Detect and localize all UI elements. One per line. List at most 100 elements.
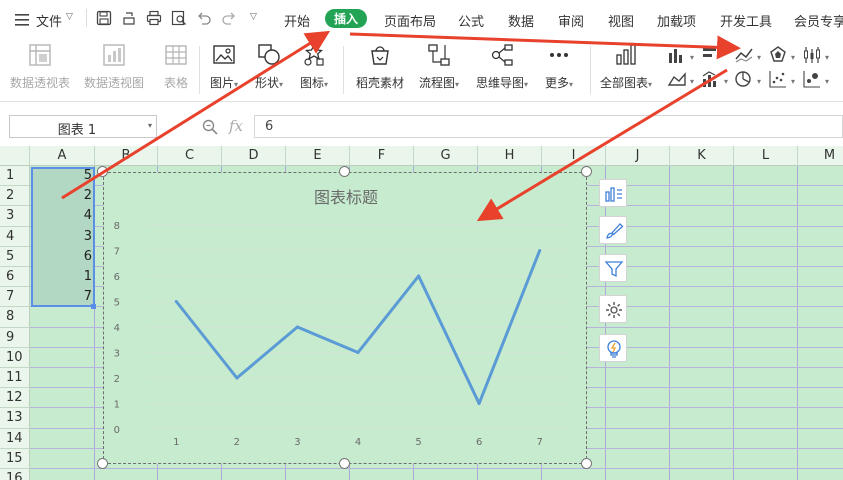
fx-icon[interactable]: fx [229,117,243,135]
data-point[interactable] [477,402,481,405]
cell-a3[interactable]: 4 [31,208,92,223]
cell-a1[interactable]: 5 [31,168,92,183]
name-box-dropdown-icon[interactable]: ▾ [148,121,152,130]
file-menu[interactable]: 文件 [36,11,62,30]
chart-resize-handle-bottom-left[interactable] [97,458,108,469]
tab-home[interactable]: 开始 [284,11,310,30]
tab-page-layout[interactable]: 页面布局 [384,11,436,30]
column-header-e[interactable]: E [286,146,350,166]
row-header-10[interactable]: 10 [0,347,30,368]
chart-resize-handle-top[interactable] [339,166,350,177]
cell-a4[interactable]: 3 [31,229,92,244]
picture-button[interactable]: 图片▾ [210,42,238,91]
bubble-chart-icon[interactable]: ▾ [801,68,835,90]
column-header-k[interactable]: K [670,146,734,166]
tab-formulas[interactable]: 公式 [458,11,484,30]
mindmap-button[interactable]: 思维导图▾ [476,42,528,91]
fill-handle[interactable] [91,304,96,309]
print-icon[interactable] [146,10,162,26]
pivot-chart-button[interactable]: 数据透视图 [84,42,144,91]
chart-resize-handle-bottom[interactable] [339,458,350,469]
column-header-b[interactable]: B [95,146,158,166]
chart-settings-button[interactable] [599,295,627,323]
tab-developer[interactable]: 开发工具 [720,11,772,30]
column-header-m[interactable]: M [798,146,843,166]
row-header-3[interactable]: 3 [0,206,30,227]
row-header-1[interactable]: 1 [0,166,30,187]
area-chart-icon[interactable]: ▾ [666,68,700,90]
data-point[interactable] [235,376,239,380]
tab-addins[interactable]: 加载项 [657,11,696,30]
tab-insert[interactable]: 插入 [325,9,368,28]
cell-a5[interactable]: 6 [31,249,92,264]
row-header-7[interactable]: 7 [0,287,30,308]
row-header-13[interactable]: 13 [0,408,30,429]
column-header-l[interactable]: L [734,146,798,166]
all-charts-button[interactable]: 全部图表▾ [600,42,652,91]
chart-elements-button[interactable] [599,179,627,207]
column-header-j[interactable]: J [606,146,670,166]
undo-icon[interactable] [196,10,212,26]
data-point[interactable] [174,300,178,303]
table-button[interactable]: 表格 [163,42,189,91]
pie-chart-icon[interactable]: ▾ [733,68,767,90]
scatter-chart-icon[interactable]: ▾ [767,68,801,90]
line-chart-icon[interactable]: ▾ [733,44,767,66]
row-header-12[interactable]: 12 [0,388,30,409]
tab-data[interactable]: 数据 [508,11,534,30]
column-header-i[interactable]: I [542,146,606,166]
chart-resize-handle-bottom-right[interactable] [581,458,592,469]
cell-a2[interactable]: 2 [31,188,92,203]
quick-access-chevron-icon[interactable]: ▽ [250,12,257,22]
column-header-c[interactable]: C [158,146,222,166]
tab-view[interactable]: 视图 [608,11,634,30]
name-box[interactable]: 图表 1 ▾ [9,115,157,138]
column-header-f[interactable]: F [350,146,414,166]
shape-button[interactable]: 形状▾ [255,42,283,91]
tab-review[interactable]: 审阅 [558,11,584,30]
row-header-8[interactable]: 8 [0,307,30,328]
cell-a7[interactable]: 7 [31,289,92,304]
row-header-15[interactable]: 15 [0,448,30,469]
chart-object[interactable]: 图表标题 0123456781234567 [103,172,587,464]
row-header-4[interactable]: 4 [0,226,30,247]
data-point[interactable] [356,351,360,354]
data-point[interactable] [538,249,542,252]
icon-button[interactable]: 图标▾ [300,42,328,91]
export-icon[interactable] [121,10,137,26]
row-header-6[interactable]: 6 [0,267,30,288]
column-header-g[interactable]: G [414,146,478,166]
column-header-d[interactable]: D [222,146,286,166]
tab-member[interactable]: 会员专享 [794,11,843,30]
column-header-h[interactable]: H [478,146,542,166]
chart-styles-button[interactable] [599,216,627,244]
stock-chart-icon[interactable]: ▾ [801,44,835,66]
formula-input[interactable]: 6 [254,115,843,138]
select-all-corner[interactable] [0,146,30,166]
row-header-5[interactable]: 5 [0,246,30,267]
data-point[interactable] [417,274,421,278]
zoom-icon[interactable] [201,118,219,136]
chart-resize-handle-top-right[interactable] [581,166,592,177]
data-point[interactable] [295,325,299,329]
redo-icon[interactable] [221,10,237,26]
row-header-16[interactable]: 16 [0,469,30,480]
bar-chart-icon[interactable] [700,44,734,66]
combo-chart-icon[interactable]: ▾ [700,68,734,90]
chart-plot-area[interactable]: 0 1 2 3 4 5 6 7 8 1 2 3 4 5 6 7 [104,173,588,465]
material-button[interactable]: 稻壳素材 [356,42,404,91]
flowchart-button[interactable]: 流程图▾ [419,42,459,91]
row-header-11[interactable]: 11 [0,368,30,389]
chart-tips-button[interactable] [599,334,627,362]
cell-a6[interactable]: 1 [31,269,92,284]
chart-filter-button[interactable] [599,254,627,282]
pivot-table-button[interactable]: 数据透视表 [10,42,70,91]
radar-chart-icon[interactable]: ▾ [767,44,801,66]
column-chart-icon[interactable]: ▾ [666,44,700,66]
column-header-a[interactable]: A [30,146,95,166]
print-preview-icon[interactable] [171,10,187,26]
hamburger-menu-icon[interactable] [14,12,30,28]
row-header-9[interactable]: 9 [0,327,30,348]
row-header-2[interactable]: 2 [0,186,30,207]
chart-resize-handle-top-left[interactable] [97,166,108,177]
